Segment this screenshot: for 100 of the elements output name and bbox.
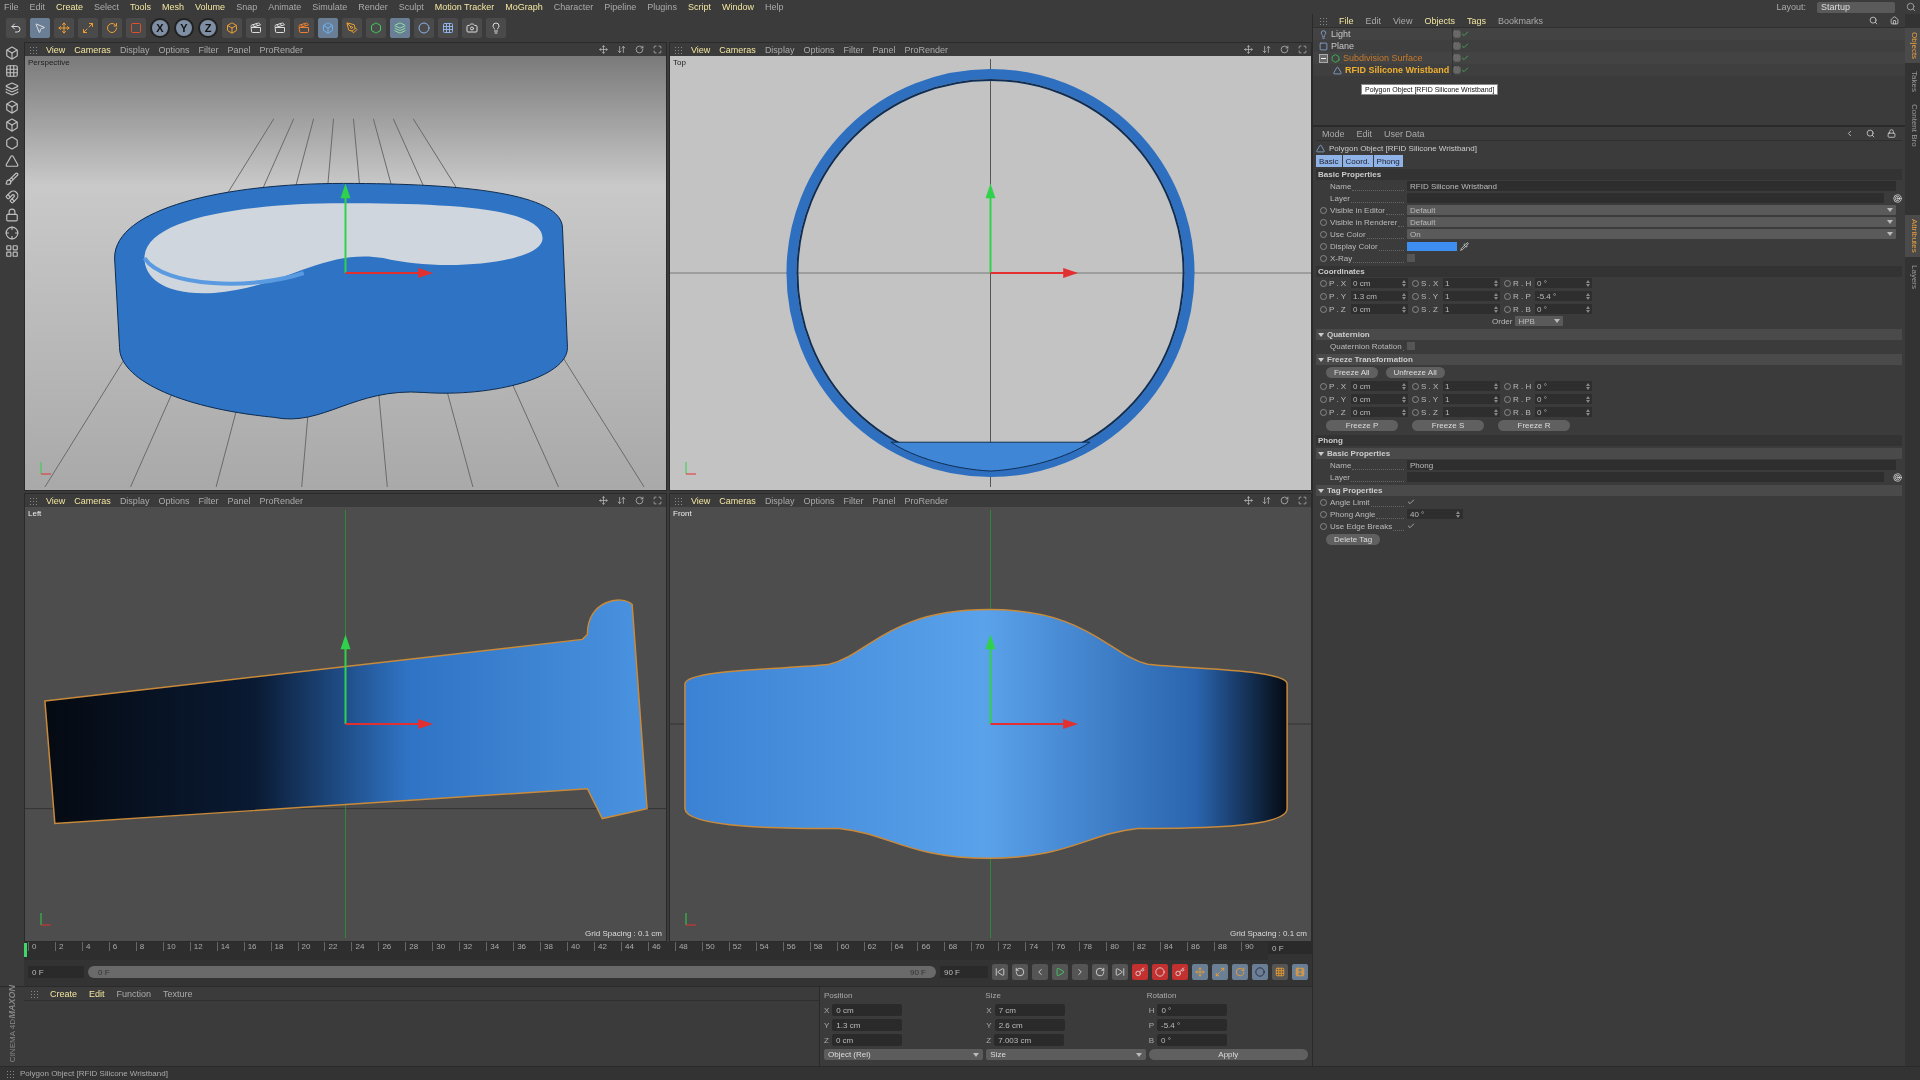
coordinate-field[interactable]: 2.6 cm: [994, 1019, 1065, 1031]
menu-item[interactable]: Plugins: [647, 2, 677, 12]
menu-item[interactable]: Display: [119, 44, 150, 55]
number-field[interactable]: 0 °: [1535, 381, 1592, 391]
tab[interactable]: Basic: [1316, 155, 1342, 167]
menu-item[interactable]: Simulate: [312, 2, 348, 12]
tab[interactable]: Phong: [1373, 155, 1403, 167]
menu-item[interactable]: View: [691, 495, 711, 506]
section-header[interactable]: Quaternion: [1316, 329, 1902, 340]
dropdown[interactable]: Default: [1407, 205, 1896, 215]
number-field[interactable]: -5.4 °: [1535, 291, 1592, 301]
menu-item[interactable]: ProRender: [904, 495, 948, 506]
menu-item[interactable]: Function: [116, 988, 152, 999]
menu-item[interactable]: ProRender: [259, 495, 303, 506]
menu-item[interactable]: Options: [158, 44, 190, 55]
menu-item[interactable]: Texture: [163, 988, 193, 999]
coordinate-field[interactable]: 7.003 cm: [994, 1034, 1065, 1046]
menu-item[interactable]: Animate: [268, 2, 302, 12]
menu-item[interactable]: Create: [56, 2, 84, 12]
start-frame-field[interactable]: 0 F: [28, 966, 84, 978]
text-field[interactable]: RFID Silicone Wristband: [1407, 181, 1896, 191]
menu-item[interactable]: Edit: [1365, 15, 1382, 26]
menu-item[interactable]: Panel: [872, 44, 896, 55]
coordinate-field[interactable]: 0 cm: [832, 1004, 903, 1016]
action-button[interactable]: Freeze R: [1498, 420, 1570, 431]
menu-item[interactable]: Edit: [1356, 128, 1373, 139]
dropdown[interactable]: On: [1407, 229, 1896, 239]
menu-item[interactable]: Filter: [198, 44, 219, 55]
menu-item[interactable]: User Data: [1384, 128, 1425, 139]
number-field[interactable]: 1: [1443, 304, 1500, 314]
menu-item[interactable]: Display: [119, 495, 150, 506]
menu-item[interactable]: Cameras: [719, 44, 756, 55]
number-field[interactable]: 0 cm: [1351, 394, 1408, 404]
dropdown[interactable]: Object (Rel): [824, 1049, 984, 1060]
menu-item[interactable]: Mesh: [162, 2, 185, 12]
object-name[interactable]: Plane: [1331, 41, 1355, 51]
menu-item[interactable]: Tools: [130, 2, 152, 12]
action-button[interactable]: Unfreeze All: [1385, 367, 1445, 378]
side-tab[interactable]: Objects: [1905, 28, 1920, 64]
section-header[interactable]: Basic Properties: [1316, 448, 1902, 459]
menu-item[interactable]: Filter: [843, 495, 864, 506]
menu-item[interactable]: ProRender: [904, 44, 948, 55]
menu-item[interactable]: Help: [764, 2, 784, 12]
menu-item[interactable]: Script: [687, 2, 711, 12]
menu-item[interactable]: Select: [94, 2, 120, 12]
menu-item[interactable]: Panel: [227, 495, 251, 506]
menu-item[interactable]: Tags: [1466, 15, 1486, 26]
side-tab[interactable]: Attributes: [1905, 214, 1920, 257]
timeline-ruler[interactable]: 0 2 4 6 8 10 12 14 16 18 20 22 24 26 28 30 32 34 36 38 40 42 44 46 48 50 52 54 56 58 60 62 64 66 68 70 72 74 76 78 80 82 84 86 88 90: [24, 942, 1268, 960]
object-name[interactable]: Light: [1331, 29, 1351, 39]
number-field[interactable]: 0 °: [1535, 278, 1592, 288]
section-header[interactable]: Freeze Transformation: [1316, 354, 1902, 365]
apply-button[interactable]: Apply: [1148, 1049, 1308, 1060]
number-field[interactable]: 1: [1443, 291, 1500, 301]
number-field[interactable]: 0 cm: [1351, 381, 1408, 391]
menu-item[interactable]: Display: [764, 44, 795, 55]
object-name[interactable]: Subdivision Surface: [1343, 53, 1423, 63]
coordinate-field[interactable]: 1.3 cm: [832, 1019, 903, 1031]
coordinate-field[interactable]: 0 °: [1157, 1034, 1227, 1046]
end-frame-field[interactable]: 90 F: [940, 966, 988, 978]
action-button[interactable]: Freeze S: [1412, 420, 1484, 431]
number-field[interactable]: 0 cm: [1351, 304, 1408, 314]
menu-item[interactable]: Options: [803, 44, 835, 55]
number-field[interactable]: 1.3 cm: [1351, 291, 1408, 301]
number-field[interactable]: 0 cm: [1351, 407, 1408, 417]
dropdown[interactable]: Default: [1407, 217, 1896, 227]
menu-item[interactable]: Bookmarks: [1497, 15, 1543, 26]
number-field[interactable]: 1: [1443, 407, 1500, 417]
menu-item[interactable]: Cameras: [74, 44, 111, 55]
menu-item[interactable]: Edit: [89, 988, 105, 999]
side-tab[interactable]: Content Bro: [1905, 100, 1920, 151]
coordinate-field[interactable]: 0 cm: [831, 1034, 902, 1046]
menu-item[interactable]: Pipeline: [604, 2, 637, 12]
menu-item[interactable]: View: [46, 495, 66, 506]
layout-dropdown[interactable]: Startup: [1817, 1, 1895, 13]
menu-item[interactable]: Mode: [1322, 128, 1345, 139]
menu-item[interactable]: Edit: [29, 2, 46, 12]
menu-item[interactable]: Display: [764, 495, 795, 506]
menu-item[interactable]: File: [1339, 15, 1354, 26]
number-field[interactable]: 0 °: [1535, 304, 1592, 314]
menu-item[interactable]: Cameras: [74, 495, 111, 506]
number-field[interactable]: 1: [1443, 394, 1500, 404]
axis-lock-button[interactable]: Z: [198, 18, 218, 38]
menu-item[interactable]: Volume: [195, 2, 226, 12]
menu-item[interactable]: Panel: [872, 495, 896, 506]
number-field[interactable]: 40 °: [1407, 509, 1463, 519]
number-field[interactable]: 0 °: [1535, 394, 1592, 404]
coordinate-field[interactable]: 0 °: [1157, 1004, 1228, 1016]
menu-item[interactable]: View: [46, 44, 66, 55]
frame-field[interactable]: 0 F: [1268, 942, 1312, 954]
action-button[interactable]: Freeze All: [1326, 367, 1378, 378]
object-name[interactable]: RFID Silicone Wristband: [1345, 65, 1450, 75]
menu-item[interactable]: Motion Tracker: [434, 2, 495, 12]
side-tab[interactable]: Takes: [1905, 67, 1920, 97]
menu-item[interactable]: Filter: [198, 495, 219, 506]
number-field[interactable]: 0 °: [1535, 407, 1592, 417]
section-header[interactable]: Tag Properties: [1316, 485, 1902, 496]
axis-lock-button[interactable]: Y: [174, 18, 194, 38]
number-field[interactable]: 0 cm: [1351, 278, 1408, 288]
menu-item[interactable]: Sculpt: [398, 2, 424, 12]
